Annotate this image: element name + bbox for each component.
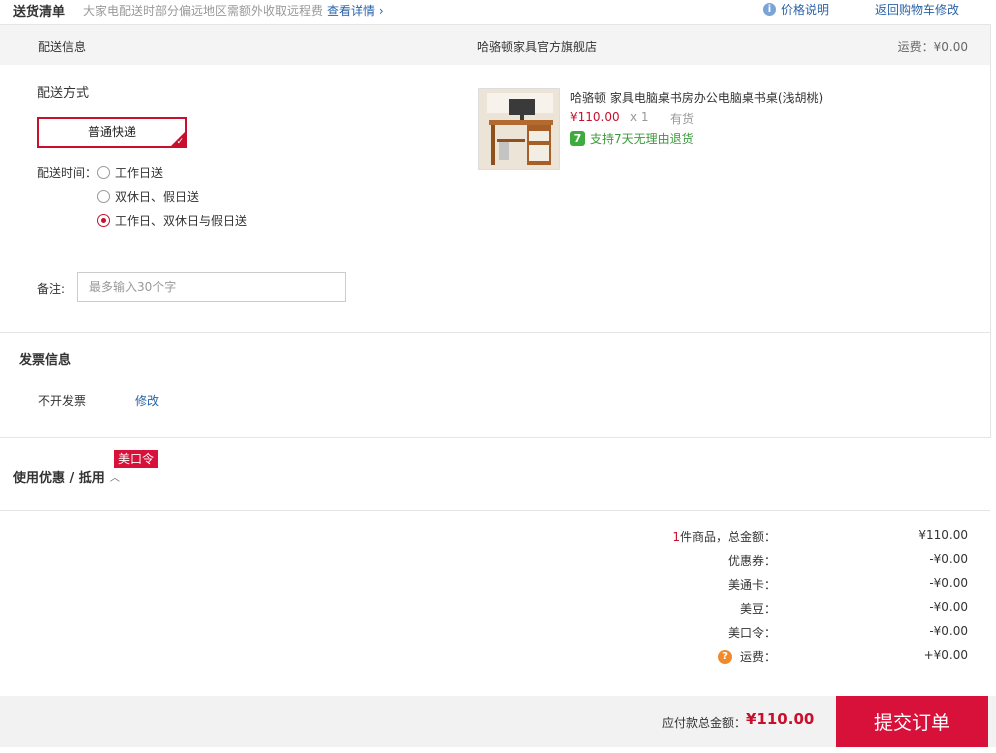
summary-value: -¥0.00 [929,552,968,566]
price-explanation-text: 价格说明 [781,3,830,17]
submit-order-button[interactable]: 提交订单 [836,696,988,747]
summary-meikouling-row: 美口令： -¥0.00 [560,624,968,642]
summary-value: +¥0.00 [923,648,968,662]
summary-meidou-row: 美豆： -¥0.00 [560,600,968,618]
product-image[interactable] [478,88,560,170]
chevron-right-icon: › [378,4,384,18]
product-name[interactable]: 哈骆顿 家具电脑桌书房办公电脑桌书桌(浅胡桃) [570,89,823,106]
summary-coupon-row: 优惠券： -¥0.00 [560,552,968,570]
time-option-weekday[interactable]: 工作日送 [97,164,163,181]
divider [0,332,990,333]
summary-total-row: 1件商品，总金额： ¥110.00 [560,528,968,546]
check-icon: ✓ [176,137,184,147]
remote-fee-notice: 大家电配送时部分偏远地区需额外收取远程费 [83,4,324,18]
radio-selected-icon [97,214,110,227]
return-policy-text: 支持7天无理由退货 [590,132,694,146]
store-name: 哈骆顿家具官方旗舰店 [477,40,598,54]
summary-label: 美通卡： [727,578,776,592]
meikouling-badge: 美口令 [114,450,159,468]
order-panel [0,24,991,438]
divider [0,510,990,511]
product-price: ¥110.00 [570,110,620,124]
return-policy: 7 支持7天无理由退货 [570,130,694,147]
shipping-header: 配送信息 哈骆顿家具官方旗舰店 运费：¥0.00 [0,25,990,65]
freight-amount: 运费：¥0.00 [897,40,968,54]
summary-value: -¥0.00 [929,600,968,614]
item-count: 1 [672,530,680,544]
delivery-info-label: 配送信息 [38,40,87,54]
invoice-edit-link[interactable]: 修改 [135,392,159,409]
time-option-weekend[interactable]: 双休日、假日送 [97,188,199,205]
delivery-method-label: 配送方式 [37,86,90,101]
coupon-toggle[interactable]: 使用优惠 / 抵用 ︿ [13,467,120,486]
freight-label-text: 运费： [739,650,776,664]
summary-meitong-card-row: 美通卡： -¥0.00 [560,576,968,594]
summary-freight-label: ? 运费： [717,648,776,665]
time-option-label: 工作日送 [115,166,164,180]
radio-icon [97,190,110,203]
summary-label: 美口令： [727,626,776,640]
coupon-title-text: 使用优惠 / 抵用 [13,471,105,486]
time-option-all[interactable]: 工作日、双休日与假日送 [97,212,247,229]
total-label-text: 件商品，总金额： [679,530,776,544]
time-option-label: 工作日、双休日与假日送 [115,214,248,228]
stock-status: 有货 [670,112,695,126]
delivery-method-text: 普通快递 [87,125,136,139]
payable-label: 应付款总金额： [662,716,747,730]
invoice-value: 不开发票 [38,394,87,408]
remark-label: 备注: [37,282,66,296]
summary-freight-row: ? 运费： +¥0.00 [560,648,968,666]
back-to-cart-link[interactable]: 返回购物车修改 [875,1,959,18]
summary-value: -¥0.00 [929,624,968,638]
info-icon: i [763,3,776,16]
delivery-method-standard[interactable]: 普通快递 ✓ [37,117,187,148]
top-bar: 送货清单 大家电配送时部分偏远地区需额外收取远程费 查看详情 › i 价格说明 … [0,0,996,24]
section-title: 送货清单 [13,5,66,20]
invoice-title: 发票信息 [19,353,72,368]
seven-day-return-icon: 7 [570,131,585,146]
desk-icon [479,89,559,169]
summary-value: -¥0.00 [929,576,968,590]
chevron-up-icon: ︿ [109,473,120,484]
radio-icon [97,166,110,179]
product-quantity: x 1 [630,110,649,124]
summary-total-label: 1件商品，总金额： [672,528,776,545]
question-icon[interactable]: ? [717,649,732,664]
payable-amount: ¥110.00 [746,710,815,728]
view-details-text: 查看详情 [327,4,376,18]
summary-total-value: ¥110.00 [918,528,968,542]
time-option-label: 双休日、假日送 [115,190,200,204]
summary-label: 优惠券： [727,554,776,568]
summary-label: 美豆： [739,602,776,616]
price-explanation-link[interactable]: i 价格说明 [763,1,829,18]
remark-input[interactable] [77,272,346,302]
delivery-time-label: 配送时间： [37,166,98,180]
view-details-link[interactable]: 查看详情 › [327,2,384,19]
